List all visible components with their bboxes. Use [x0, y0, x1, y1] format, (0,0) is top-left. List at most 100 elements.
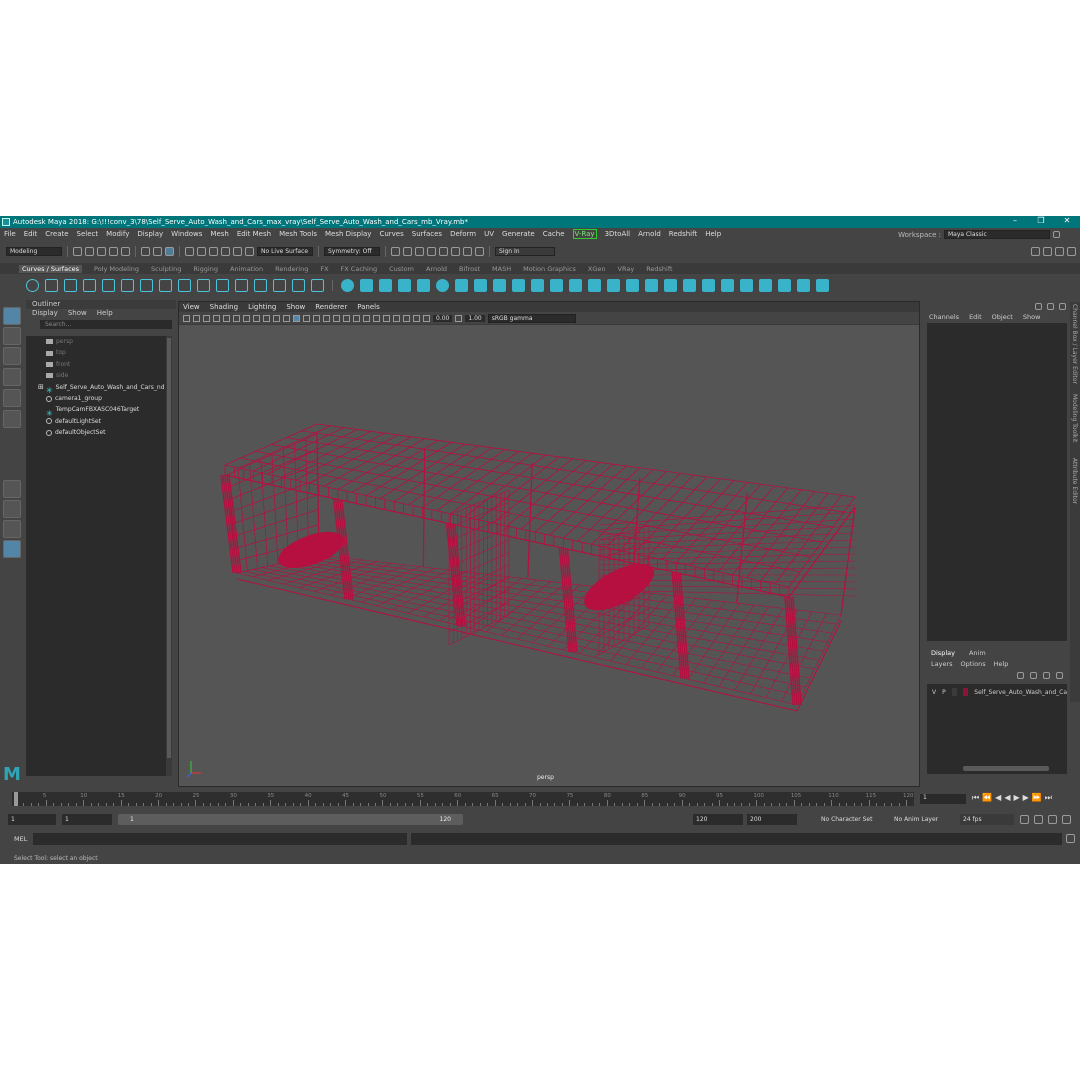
move-layer-up-icon[interactable]	[1017, 672, 1024, 679]
shelf-tab-sculpting[interactable]: Sculpting	[151, 265, 181, 273]
menu-help[interactable]: Help	[705, 230, 721, 238]
bevel-plus-icon[interactable]	[550, 278, 563, 292]
expand-icon[interactable]: ⊞	[38, 382, 44, 393]
outliner-item[interactable]: side	[26, 370, 166, 381]
curve-tool-icon[interactable]	[64, 278, 77, 292]
lights-icon[interactable]	[333, 314, 340, 322]
attribute-editor-icon[interactable]	[1043, 246, 1052, 256]
menu-v-ray[interactable]: V-Ray	[572, 229, 597, 239]
detach-curves-icon[interactable]	[178, 278, 191, 292]
viewport-menu-show[interactable]: Show	[286, 303, 305, 311]
outliner-menu-show[interactable]: Show	[68, 309, 87, 317]
safe-action-icon[interactable]	[273, 314, 280, 322]
nurbs-torus-icon[interactable]	[436, 278, 449, 292]
animation-end-field[interactable]: 200	[747, 814, 797, 825]
snap-live-icon[interactable]	[233, 246, 242, 256]
revolve-icon[interactable]	[455, 278, 468, 292]
pause-icon[interactable]	[475, 246, 484, 256]
layer-playback-toggle[interactable]: P	[942, 689, 946, 696]
outliner-item[interactable]: defaultLightSet	[26, 416, 166, 427]
redshift-render-icon[interactable]	[463, 246, 472, 256]
menu-file[interactable]: File	[4, 230, 16, 238]
menu-mesh-display[interactable]: Mesh Display	[325, 230, 371, 238]
move-layer-down-icon[interactable]	[1030, 672, 1037, 679]
detach-surfaces-icon[interactable]	[721, 278, 734, 292]
step-back-key-icon[interactable]: ⏪	[982, 793, 992, 803]
select-hierarchy-icon[interactable]	[141, 246, 150, 256]
project-curve-icon[interactable]	[626, 278, 639, 292]
nurbs-sphere-icon[interactable]	[341, 278, 354, 292]
select-tool-icon[interactable]	[3, 307, 21, 325]
render-view-icon[interactable]	[391, 246, 400, 256]
render-settings-icon[interactable]	[427, 246, 436, 256]
menu-mesh-tools[interactable]: Mesh Tools	[279, 230, 317, 238]
image-plane-icon[interactable]	[213, 314, 220, 322]
menu-create[interactable]: Create	[45, 230, 68, 238]
curve-editing-icon[interactable]	[292, 278, 305, 292]
wireframe-icon[interactable]	[293, 314, 300, 322]
viewport-menu-view[interactable]: View	[183, 303, 200, 311]
film-gate-icon[interactable]	[233, 314, 240, 322]
character-set-dropdown[interactable]: No Character Set	[818, 814, 882, 825]
vray-render-icon[interactable]	[451, 246, 460, 256]
animation-start-field[interactable]: 1	[8, 814, 56, 825]
minimize-button[interactable]: –	[1002, 216, 1028, 225]
rotate-tool-icon[interactable]	[3, 389, 21, 407]
select-camera-icon[interactable]	[183, 314, 190, 322]
play-forward-icon[interactable]: ▶	[1013, 793, 1019, 803]
outliner-item[interactable]: top	[26, 347, 166, 358]
exposure-field[interactable]: 0.00	[433, 314, 453, 322]
layer-name[interactable]: Self_Serve_Auto_Wash_and_Ca	[974, 689, 1067, 696]
outliner-menu-display[interactable]: Display	[32, 309, 58, 317]
outliner-item[interactable]: persp	[26, 336, 166, 347]
snap-point-icon[interactable]	[209, 246, 218, 256]
smooth-shade-icon[interactable]	[303, 314, 310, 322]
four-view-layout-icon[interactable]	[3, 500, 21, 518]
maximize-button[interactable]: ❐	[1028, 216, 1054, 225]
nurbs-cylinder-icon[interactable]	[379, 278, 392, 292]
motion-blur-icon[interactable]	[363, 314, 370, 322]
mel-label[interactable]: MEL	[14, 835, 27, 843]
command-input[interactable]	[33, 833, 407, 845]
sign-in-button[interactable]: Sign In	[495, 246, 555, 256]
isolate-select-icon[interactable]	[393, 314, 400, 322]
shelf-tab-arnold[interactable]: Arnold	[426, 265, 447, 273]
live-surface-field[interactable]: No Live Surface	[257, 246, 313, 256]
layer-visibility-toggle[interactable]: V	[932, 689, 936, 696]
outliner-menu-help[interactable]: Help	[97, 309, 113, 317]
paint-select-tool-icon[interactable]	[3, 347, 21, 365]
step-forward-key-icon[interactable]: ⏩	[1032, 793, 1042, 803]
shelf-tab-animation[interactable]: Animation	[230, 265, 263, 273]
channel-box-close-icon[interactable]	[1059, 303, 1066, 310]
select-component-icon[interactable]	[165, 246, 174, 256]
menu-redshift[interactable]: Redshift	[669, 230, 697, 238]
menu-display[interactable]: Display	[137, 230, 163, 238]
outliner-item[interactable]: ⊞ ✳ Self_Serve_Auto_Wash_and_Cars_nd	[26, 382, 166, 395]
viewport-menu-shading[interactable]: Shading	[210, 303, 238, 311]
nurbs-cube-icon[interactable]	[360, 278, 373, 292]
new-layer-selected-icon[interactable]	[1056, 672, 1063, 679]
bezier-tangent-icon[interactable]	[311, 278, 324, 292]
symmetry-dropdown[interactable]: Symmetry: Off	[324, 246, 380, 256]
shelf-tab-poly-modeling[interactable]: Poly Modeling	[94, 265, 139, 273]
channel-box-menu-object[interactable]: Object	[992, 313, 1013, 321]
outliner-item[interactable]: ✳ TempCamFBXASC046Target	[26, 404, 166, 417]
safe-title-icon[interactable]	[283, 314, 290, 322]
loft-icon[interactable]	[474, 278, 487, 292]
shelf-tab-redshift[interactable]: Redshift	[646, 265, 672, 273]
extend-curve-icon[interactable]	[216, 278, 229, 292]
ipr-render-icon[interactable]	[415, 246, 424, 256]
shelf-tab-fx-caching[interactable]: FX Caching	[341, 265, 378, 273]
menu-mesh[interactable]: Mesh	[210, 230, 228, 238]
tool-settings-icon[interactable]	[1055, 246, 1064, 256]
anim-layer-dropdown[interactable]: No Anim Layer	[891, 814, 955, 825]
channel-box-menu-channels[interactable]: Channels	[929, 313, 959, 321]
intersect-surfaces-icon[interactable]	[645, 278, 658, 292]
shelf-tab-fx[interactable]: FX	[320, 265, 328, 273]
bezier-curve-icon[interactable]	[102, 278, 115, 292]
shelf-tab-rendering[interactable]: Rendering	[275, 265, 308, 273]
scale-tool-icon[interactable]	[3, 410, 21, 428]
birail-icon[interactable]	[531, 278, 544, 292]
channel-box-menu-show[interactable]: Show	[1023, 313, 1041, 321]
sculpt-geometry-icon[interactable]	[816, 278, 829, 292]
